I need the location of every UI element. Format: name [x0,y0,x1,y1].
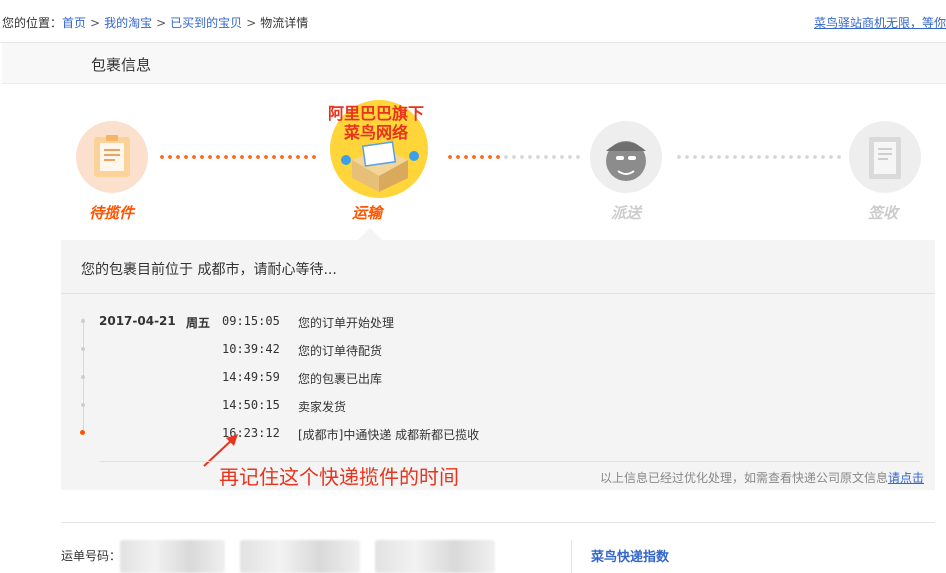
courier-icon [606,141,646,181]
event-text: 您的包裹已出库 [298,372,383,386]
step-connector [675,155,841,159]
original-info-link[interactable]: 请点击 [888,471,924,485]
step-label-delivery: 派送 [611,204,642,222]
step-pickup-circle [76,121,148,193]
bottom-divider [61,522,935,523]
step-signed-circle [849,121,921,193]
cainiao-express-index-link[interactable]: 菜鸟快递指数 [591,546,669,565]
status-divider [61,293,935,294]
step-connector [502,155,582,159]
timeline-dot [81,319,85,323]
courier-name-redacted [240,540,360,573]
event-text: 卖家发货 [298,400,347,414]
timeline-dot-current [80,430,85,435]
breadcrumb-separator: > [246,16,257,30]
status-box-pointer [358,228,382,240]
event-time: 10:39:42 [222,342,280,356]
tracking-weekday: 周五 [186,316,211,330]
breadcrumb-link-my-taobao[interactable]: 我的淘宝 [104,16,152,30]
tracking-date: 2017-04-21 [99,314,176,328]
package-doc-icon [94,135,130,177]
event-time: 14:49:59 [222,370,280,384]
breadcrumb-link-bought-items[interactable]: 已买到的宝贝 [170,16,242,30]
breadcrumb-prefix: 您的位置： [2,16,63,30]
step-connector [158,155,318,159]
step-connector [446,155,502,159]
section-header: 包裹信息 [2,43,946,84]
breadcrumb-current: 物流详情 [260,16,309,30]
annotation-text: 再记住这个快递揽件的时间 [219,465,459,489]
signed-doc-icon [869,137,901,179]
top-bar: 您的位置：首页 > 我的淘宝 > 已买到的宝贝 > 物流详情 菜鸟驿站商机无限，等你 [0,0,946,43]
event-time: 09:15:05 [222,314,280,328]
status-message: 您的包裹目前位于 成都市，请耐心等待... [81,262,337,278]
breadcrumb-separator: > [156,16,167,30]
original-info-note-text: 以上信息已经过优化处理，如需查看快递公司原文信息 [599,471,888,485]
breadcrumb-link-home[interactable]: 首页 [62,16,86,30]
breadcrumb: 您的位置：首页 > 我的淘宝 > 已买到的宝贝 > 物流详情 [2,14,308,31]
event-text: 您的订单开始处理 [298,316,395,330]
event-text: [成都市]中通快递 成都新都已揽收 [298,428,480,442]
event-time: 14:50:15 [222,398,280,412]
breadcrumb-separator: > [90,16,101,30]
step-label-signed: 签收 [868,204,899,222]
original-info-note: 以上信息已经过优化处理，如需查看快递公司原文信息请点击 [600,469,924,486]
bottom-vertical-divider [571,540,572,573]
step-delivery-circle [590,121,662,193]
timeline-dot [81,403,85,407]
note-divider [100,461,920,462]
timeline-dot [81,347,85,351]
cainiao-station-promo-link[interactable]: 菜鸟驿站商机无限，等你 [814,14,946,31]
event-text: 您的订单待配货 [298,344,383,358]
cainiao-badge-line2: 菜鸟网络 [343,123,408,142]
timeline-dot [81,375,85,379]
step-label-transit: 运输 [352,204,383,222]
waybill-label: 运单号码： [61,549,122,563]
section-title: 包裹信息 [91,56,152,74]
step-label-pickup: 待揽件 [89,204,135,222]
courier-phone-redacted [375,540,495,573]
waybill-number-redacted [120,540,225,573]
